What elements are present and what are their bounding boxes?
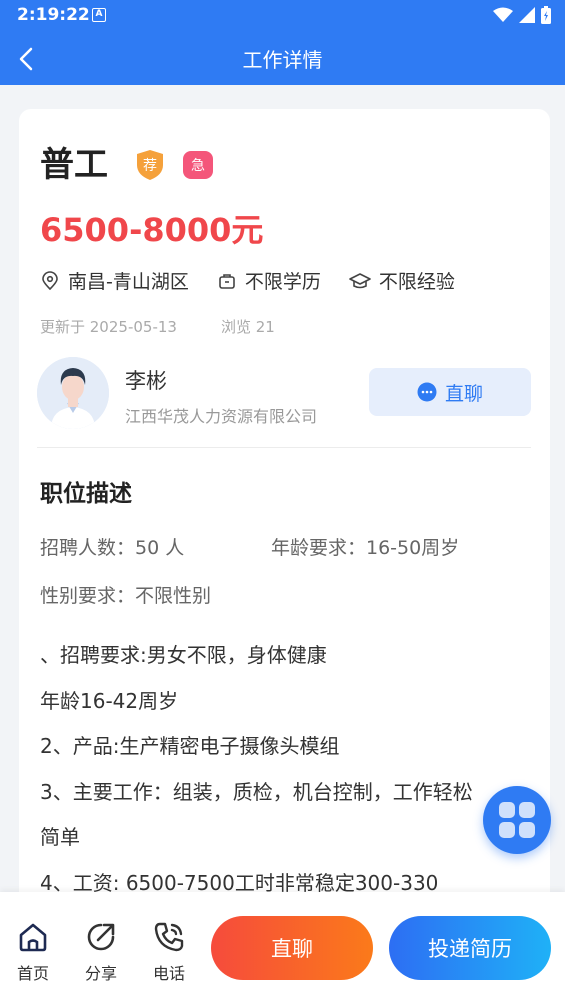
notification-a-icon: A [92, 8, 106, 22]
job-meta: 更新于 2025-05-13 浏览 21 [40, 316, 275, 337]
status-time: 2:19:22 [17, 5, 90, 25]
recruiter-avatar[interactable] [37, 357, 109, 429]
phone-icon [154, 922, 184, 952]
phone-label: 电话 [152, 964, 185, 983]
experience-tag: 不限经验 [349, 267, 455, 294]
description-line: 、招聘要求:男女不限，身体健康 [40, 643, 327, 667]
bottom-action-bar: 首页 分享 电话 直聊 投递简历 [0, 892, 565, 1004]
education-tag: 不限学历 [217, 267, 321, 294]
recruiter-name: 李彬 [125, 369, 167, 393]
experience-text: 不限经验 [378, 271, 455, 293]
grid-icon [499, 802, 515, 818]
status-icons [493, 6, 551, 24]
recruiter-chat-button[interactable]: 直聊 [369, 368, 531, 416]
share-button[interactable]: 分享 [76, 920, 126, 984]
view-count: 浏览 21 [220, 318, 275, 336]
recommend-badge: 荐 [135, 149, 165, 181]
job-tags: 南昌-青山湖区 不限学历 不限经验 [40, 267, 483, 294]
nav-bar: 工作详情 [0, 32, 565, 85]
grid-icon-cell [519, 802, 535, 818]
section-title-description: 职位描述 [40, 481, 132, 507]
apply-resume-button[interactable]: 投递简历 [389, 916, 551, 980]
description-line: 2、产品:生产精密电子摄像头模组 [40, 734, 340, 758]
job-description: 、招聘要求:男女不限，身体健康 年龄16-42周岁 2、产品:生产精密电子摄像头… [40, 633, 540, 906]
urgent-badge: 急 [182, 150, 214, 180]
divider [37, 447, 531, 448]
headcount: 招聘人数：50 人 [40, 537, 185, 559]
briefcase-icon [219, 273, 235, 289]
battery-icon [541, 6, 551, 24]
education-text: 不限学历 [244, 271, 321, 293]
recruiter-chat-label: 直聊 [444, 382, 483, 405]
description-line: 3、主要工作：组装，质检，机台控制，工作轻松 [40, 779, 473, 804]
description-line: 简单 [40, 825, 80, 849]
urgent-tag-icon: 急 [183, 151, 213, 179]
share-label: 分享 [84, 964, 117, 983]
urgent-badge-text: 急 [191, 158, 205, 174]
graduation-cap-icon [349, 272, 371, 288]
home-button[interactable]: 首页 [8, 920, 58, 984]
chat-bubble-icon [417, 382, 437, 402]
grid-icon-cell [499, 822, 515, 838]
company-name: 江西华茂人力资源有限公司 [125, 407, 318, 426]
job-detail-card: 普工 荐 急 6500-8000元 南昌-青山湖区 不限学历 不限经验 更新于 … [19, 109, 550, 909]
page-title: 工作详情 [242, 48, 323, 72]
wifi-icon [493, 7, 513, 22]
location-text: 南昌-青山湖区 [68, 271, 189, 293]
top-header: 2:19:22 A 工作详情 [0, 0, 565, 85]
floating-menu-button[interactable] [483, 786, 551, 854]
gender-requirement: 性别要求：不限性别 [40, 585, 212, 607]
signal-icon [519, 7, 535, 23]
recommend-badge-text: 荐 [143, 158, 157, 174]
location-tag: 南昌-青山湖区 [40, 267, 189, 294]
avatar-person-icon [37, 357, 109, 429]
age-requirement: 年龄要求：16-50周岁 [271, 537, 460, 559]
status-bar: 2:19:22 A [0, 0, 565, 32]
location-pin-icon [42, 270, 58, 290]
chat-now-button[interactable]: 直聊 [211, 916, 373, 980]
home-icon [19, 923, 47, 952]
phone-button[interactable]: 电话 [144, 920, 194, 984]
shield-icon: 荐 [137, 150, 163, 180]
share-icon [87, 923, 115, 951]
description-line: 年龄16-42周岁 [40, 688, 179, 713]
grid-icon-cell [519, 822, 535, 838]
updated-date: 更新于 2025-05-13 [40, 318, 177, 336]
job-title: 普工 [40, 145, 108, 185]
salary: 6500-8000元 [40, 211, 264, 249]
home-label: 首页 [16, 964, 49, 983]
